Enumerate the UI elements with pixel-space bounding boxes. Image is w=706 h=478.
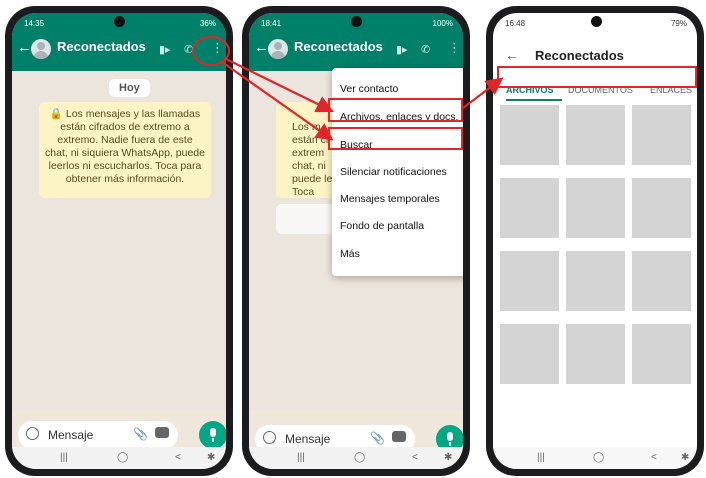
annotation-arrows bbox=[221, 57, 504, 141]
arrow-to-buscar bbox=[221, 61, 334, 141]
arrow-to-tabs bbox=[462, 77, 504, 109]
arrow-to-archivos bbox=[223, 57, 334, 113]
